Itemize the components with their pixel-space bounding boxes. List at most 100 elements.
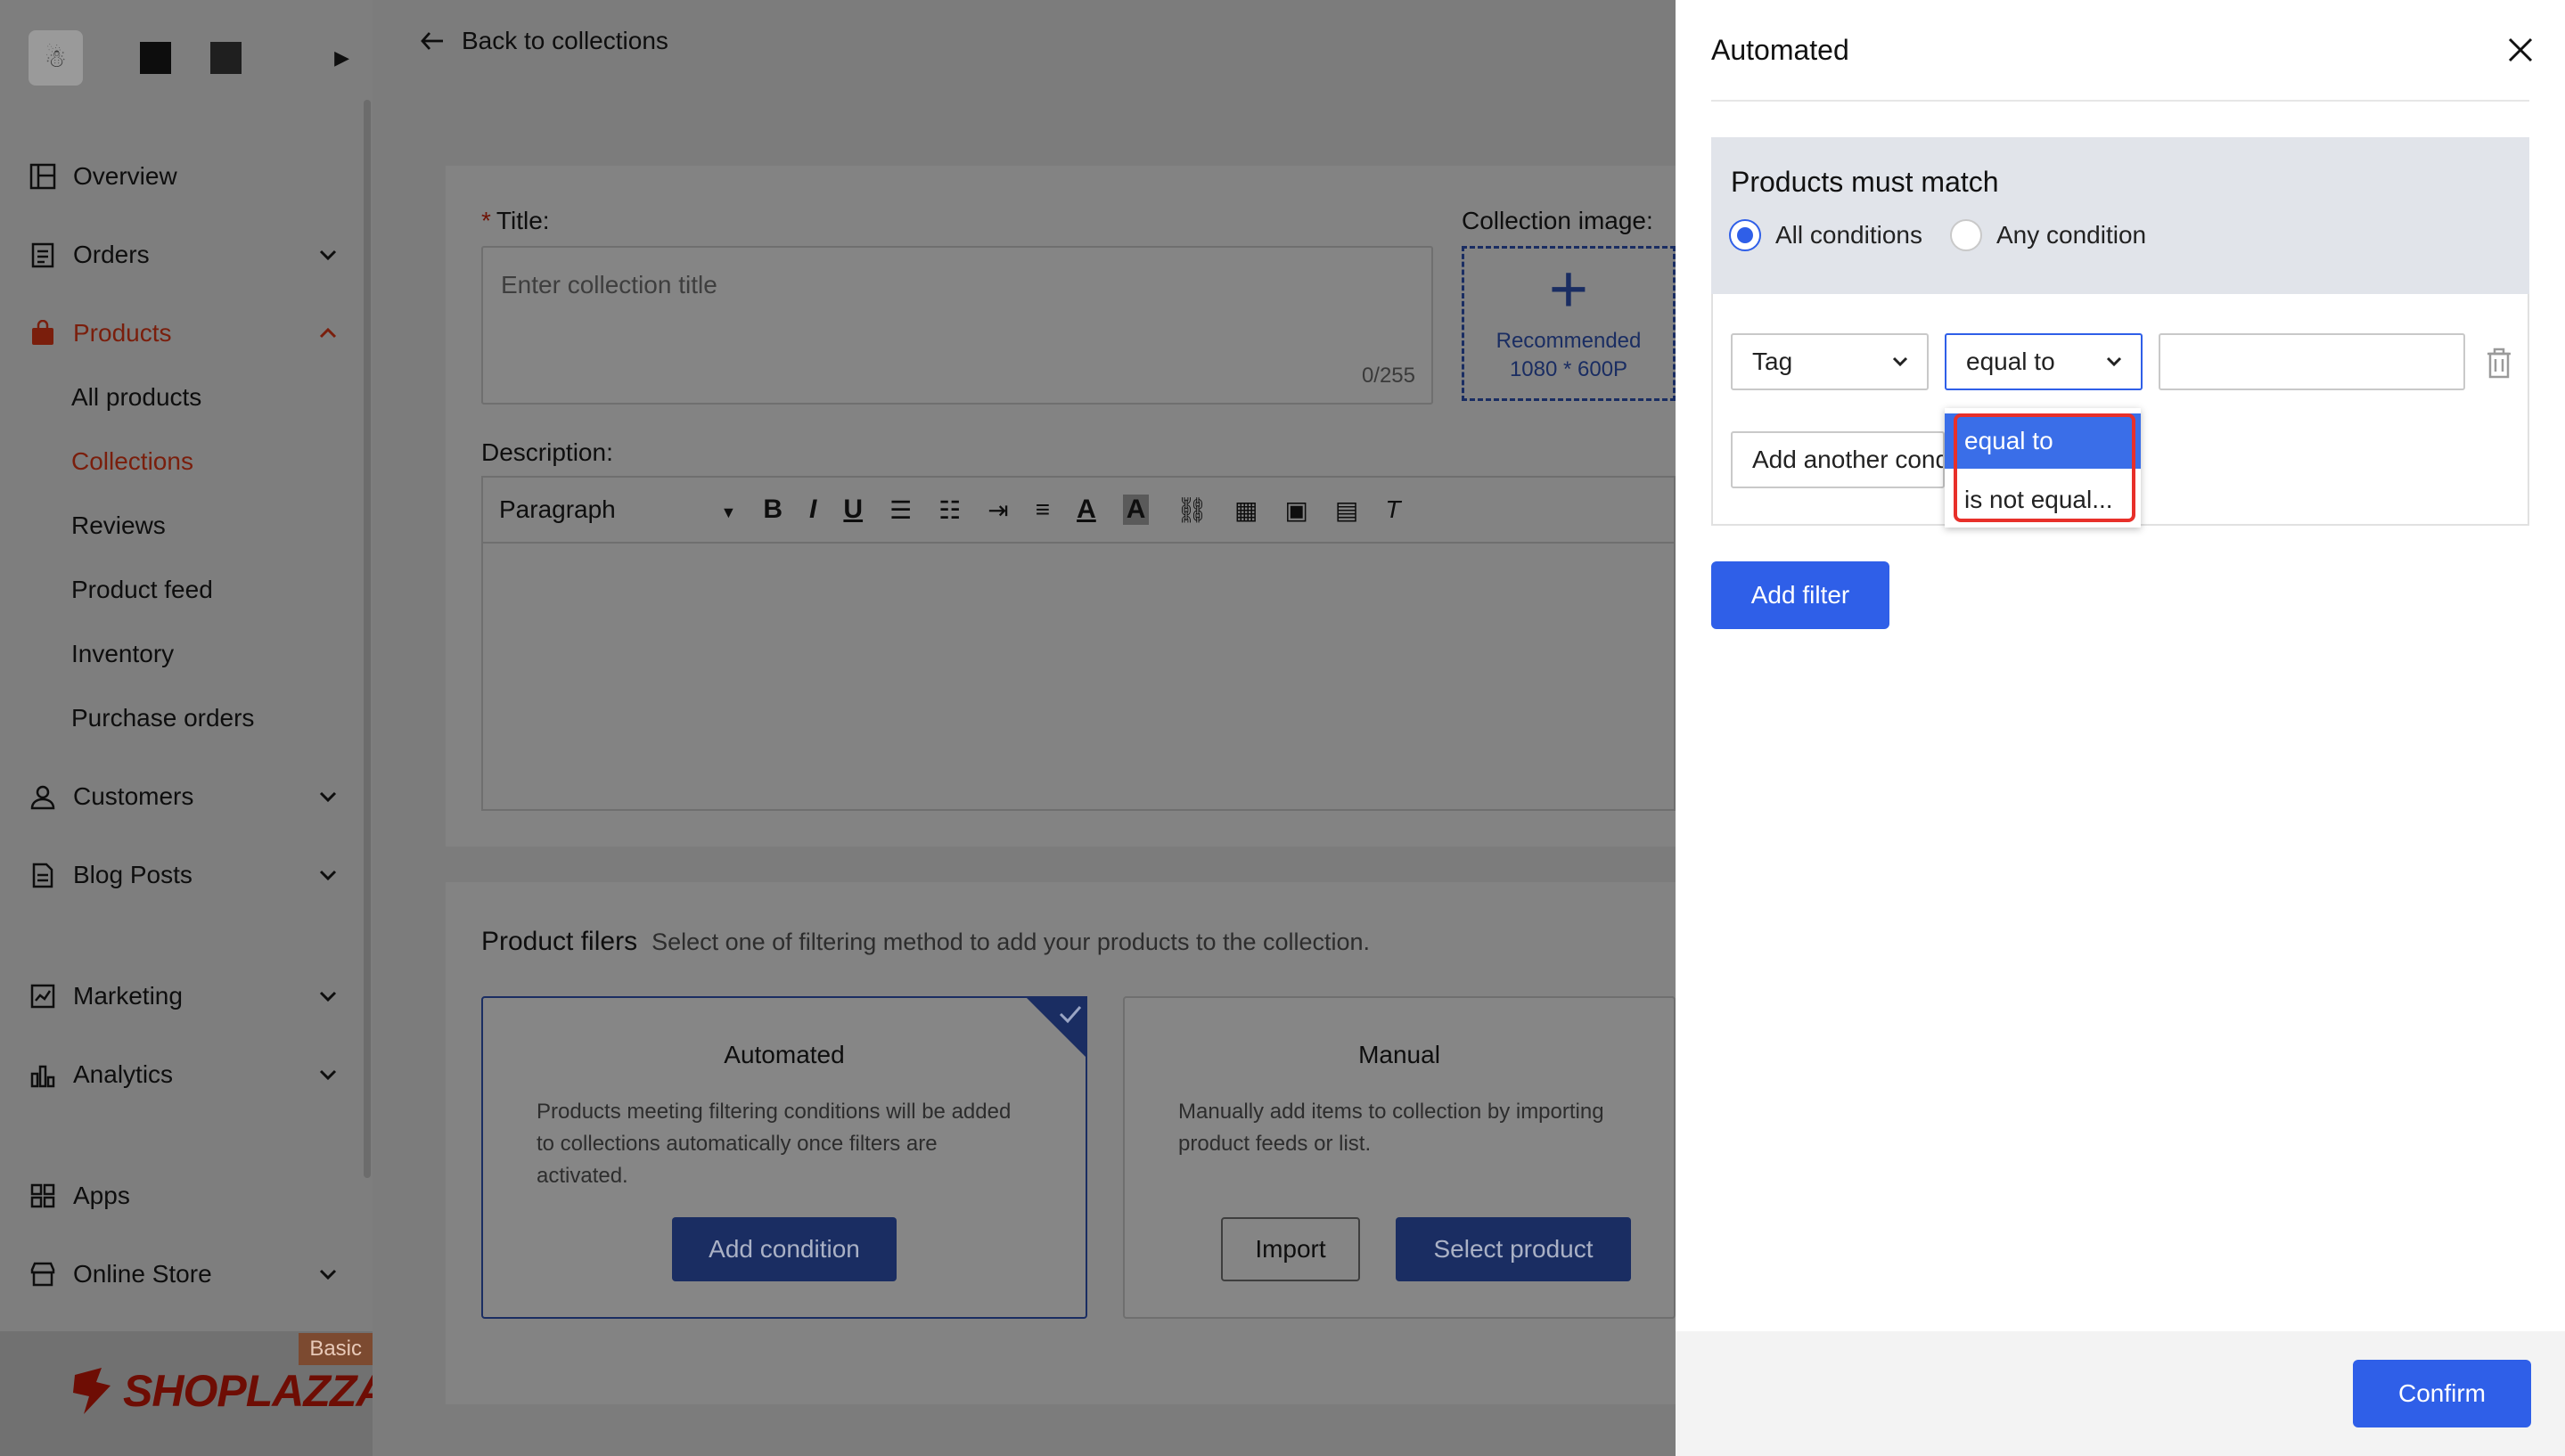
overview-icon — [29, 162, 57, 191]
import-button[interactable]: Import — [1221, 1217, 1360, 1281]
chevron-down-icon — [2106, 356, 2122, 367]
sidebar-subitem-all-products[interactable]: All products — [71, 376, 201, 419]
chevron-down-icon[interactable] — [314, 241, 342, 269]
collection-image-label: Collection image: — [1462, 207, 1653, 234]
manual-description: Manually add items to collection by impo… — [1178, 1100, 1604, 1156]
radio-any-condition[interactable]: Any condition — [1950, 219, 2146, 251]
title-placeholder: Enter collection title — [501, 271, 717, 299]
brand-name: SHOPLAZZA — [123, 1366, 389, 1416]
close-icon[interactable] — [2503, 32, 2538, 68]
dropdown-option-equal-to[interactable]: equal to — [1945, 413, 2141, 469]
image-hint-size: 1080 * 600P — [1509, 357, 1628, 381]
paragraph-select[interactable]: Paragraph ▼ — [499, 495, 736, 524]
arrow-left-icon — [421, 32, 443, 50]
background-color-icon[interactable]: A — [1122, 495, 1150, 525]
sidebar-subitem-product-feed[interactable]: Product feed — [71, 568, 213, 611]
clear-format-icon[interactable]: T — [1385, 495, 1400, 524]
marketing-icon — [29, 982, 57, 1010]
products-must-match-heading: Products must match — [1731, 166, 1999, 198]
drawer-title: Automated — [1711, 34, 1849, 66]
operator-select[interactable]: equal to — [1945, 333, 2143, 390]
sidebar-subitem-reviews[interactable]: Reviews — [71, 504, 166, 547]
radio-all-label: All conditions — [1775, 221, 1922, 249]
align-icon[interactable]: ≡ — [1036, 495, 1050, 524]
sidebar-item-products[interactable]: Products — [29, 308, 349, 358]
description-label: Description: — [481, 438, 613, 466]
chevron-down-icon[interactable] — [314, 861, 342, 889]
sidebar-item-label: Blog Posts — [73, 861, 193, 888]
sidebar-subitem-inventory[interactable]: Inventory — [71, 633, 174, 675]
apps-icon — [29, 1182, 57, 1210]
plus-icon: + — [1548, 250, 1589, 327]
table-icon[interactable]: ▦ — [1234, 495, 1258, 525]
store-avatar[interactable]: ☃ — [29, 30, 83, 86]
sidebar-item-overview[interactable]: Overview — [29, 151, 349, 201]
chevron-down-icon[interactable] — [314, 982, 342, 1010]
required-asterisk: * — [481, 207, 491, 234]
shoplazza-mark-icon — [73, 1368, 111, 1414]
back-label: Back to collections — [462, 27, 668, 54]
automated-title: Automated — [724, 1041, 845, 1068]
chevron-down-icon[interactable] — [314, 1060, 342, 1089]
add-filter-button[interactable]: Add filter — [1711, 561, 1889, 629]
title-char-count: 0/255 — [1361, 364, 1415, 388]
sidebar-item-analytics[interactable]: Analytics — [29, 1050, 349, 1100]
dropdown-option-not-equal[interactable]: is not equal... — [1945, 472, 2141, 528]
chevron-down-icon[interactable] — [314, 782, 342, 811]
sidebar: ☃ ▶ Overview Orders Products All product… — [0, 0, 389, 1456]
store-switcher[interactable]: ☃ ▶ — [29, 27, 349, 89]
sidebar-item-apps[interactable]: Apps — [29, 1171, 349, 1221]
bullet-list-icon[interactable]: ☰ — [889, 495, 912, 525]
chevron-up-icon[interactable] — [314, 319, 342, 348]
sidebar-subitem-collections[interactable]: Collections — [71, 440, 193, 483]
title-label: * Title: — [481, 207, 550, 234]
video-icon[interactable]: ▤ — [1335, 495, 1358, 525]
drawer-divider — [1711, 100, 2529, 102]
radio-unchecked-icon[interactable] — [1950, 219, 1982, 251]
font-color-icon[interactable]: A — [1077, 495, 1096, 525]
sidebar-item-orders[interactable]: Orders — [29, 230, 349, 280]
automated-drawer: Automated Products must match All condit… — [1676, 0, 2565, 1456]
store-name-redacted — [139, 42, 171, 74]
field-select[interactable]: Tag — [1731, 333, 1929, 390]
filers-hint: Select one of filtering method to add yo… — [651, 928, 1371, 955]
condition-value-input[interactable] — [2159, 333, 2465, 390]
expand-triangle-icon[interactable]: ▶ — [334, 46, 349, 70]
confirm-button[interactable]: Confirm — [2353, 1360, 2531, 1427]
sidebar-subitem-purchase-orders[interactable]: Purchase orders — [71, 697, 254, 740]
sidebar-scrollbar[interactable] — [364, 100, 371, 1178]
radio-checked-icon[interactable] — [1729, 219, 1761, 251]
sidebar-item-label: Apps — [73, 1182, 130, 1209]
underline-icon[interactable]: U — [843, 495, 863, 525]
drawer-footer: Confirm — [1676, 1331, 2565, 1456]
back-to-collections-link[interactable]: Back to collections — [419, 27, 668, 55]
description-editor[interactable]: Paragraph ▼ B I U ☰ ☷ ⇥ ≡ A A ⛓ ▦ ▣ ▤ T — [481, 476, 1676, 811]
collection-title-input[interactable]: Enter collection title 0/255 — [481, 246, 1433, 405]
shoplazza-logo: SHOPLAZZA — [70, 1365, 389, 1417]
trash-icon[interactable] — [2485, 348, 2513, 380]
link-icon[interactable]: ⛓ — [1176, 495, 1208, 525]
italic-icon[interactable]: I — [809, 495, 816, 525]
numbered-list-icon[interactable]: ☷ — [938, 495, 961, 525]
chevron-down-icon[interactable] — [314, 1260, 342, 1288]
sidebar-item-customers[interactable]: Customers — [29, 772, 349, 822]
sidebar-item-label: Marketing — [73, 982, 183, 1010]
store-name-redacted — [209, 42, 242, 74]
collection-image-upload[interactable]: + Recommended 1080 * 600P — [1462, 246, 1676, 401]
add-another-condition-button[interactable]: Add another condition — [1731, 431, 1945, 488]
bold-icon[interactable]: B — [763, 495, 783, 525]
sidebar-item-marketing[interactable]: Marketing — [29, 971, 349, 1021]
radio-all-conditions[interactable]: All conditions — [1729, 219, 1922, 251]
doc-icon — [29, 861, 57, 889]
manual-title: Manual — [1358, 1041, 1440, 1068]
sidebar-item-blog-posts[interactable]: Blog Posts — [29, 850, 349, 900]
indent-icon[interactable]: ⇥ — [987, 495, 1008, 525]
selected-check-icon — [1025, 996, 1087, 1059]
chart-icon — [29, 1060, 57, 1089]
image-icon[interactable]: ▣ — [1284, 495, 1307, 525]
select-product-button[interactable]: Select product — [1396, 1217, 1631, 1281]
product-filers-heading: Product filers Select one of filtering me… — [481, 927, 1371, 956]
add-condition-button[interactable]: Add condition — [672, 1217, 897, 1281]
sidebar-item-online-store[interactable]: Online Store — [29, 1249, 349, 1299]
sidebar-item-label: Orders — [73, 241, 150, 268]
